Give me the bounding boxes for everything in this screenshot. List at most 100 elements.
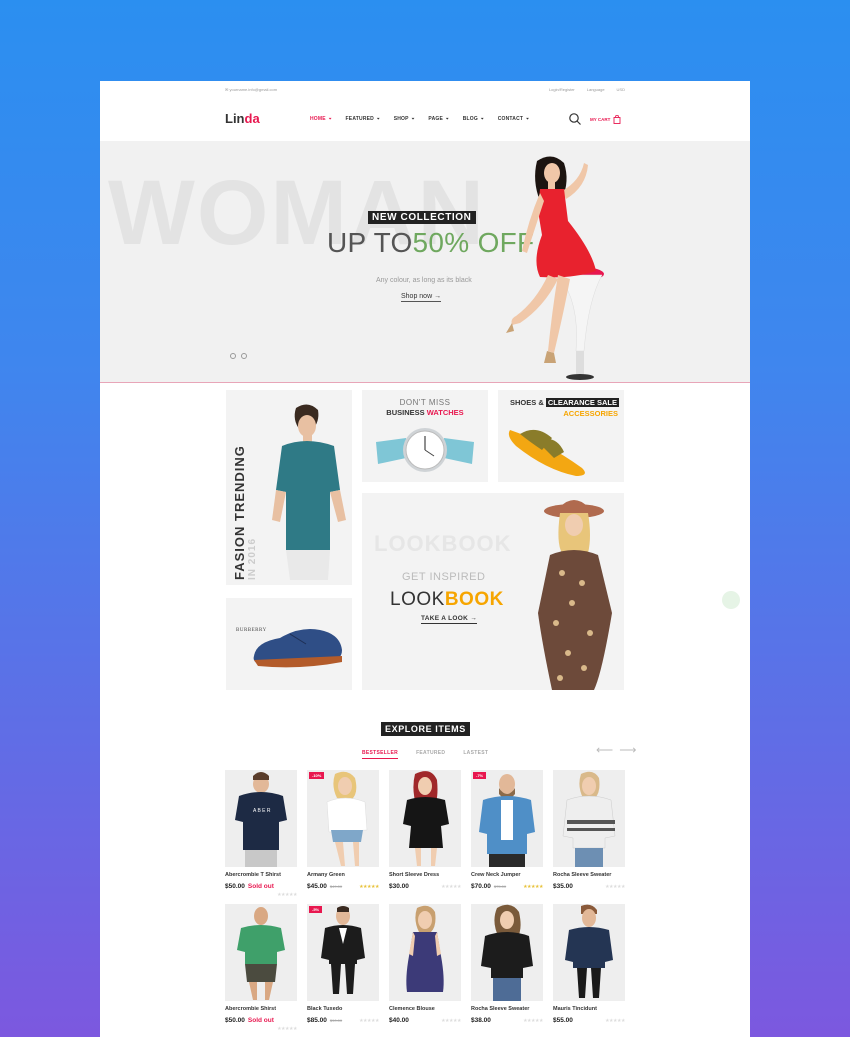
sale-badge: -5% bbox=[309, 906, 323, 913]
product-image[interactable]: A B E R bbox=[225, 770, 297, 867]
decorative-blob bbox=[722, 591, 740, 609]
search-icon[interactable] bbox=[568, 112, 582, 126]
product-image[interactable]: -10% bbox=[307, 770, 379, 867]
product-photo-tshirt: A B E R bbox=[235, 772, 287, 867]
nav-home[interactable]: HOME ▾ bbox=[310, 116, 332, 122]
product-tabs: BESTSELLER FEATURED LASTEST bbox=[362, 750, 488, 759]
product-name[interactable]: Rocha Sleeve Sweater bbox=[471, 1006, 529, 1012]
lookbook-title: LOOKBOOK bbox=[390, 589, 504, 611]
carousel-arrows: ⟵ ⟶ bbox=[596, 743, 636, 757]
shop-now-link[interactable]: Shop now → bbox=[401, 293, 442, 302]
shoes-accessories-banner[interactable]: SHOES & CLEARANCE SALE ACCESSORIES bbox=[498, 390, 624, 482]
bag-icon bbox=[613, 115, 621, 124]
tab-lastest[interactable]: LASTEST bbox=[463, 750, 488, 759]
hero-dot[interactable] bbox=[241, 353, 247, 359]
product-image[interactable] bbox=[225, 904, 297, 1001]
product-image[interactable] bbox=[389, 770, 461, 867]
rating-stars: ★★★★★ bbox=[277, 1026, 297, 1032]
product-photo-dress bbox=[403, 771, 449, 866]
product-photo-jumper bbox=[479, 774, 535, 867]
logo[interactable]: Linda bbox=[225, 111, 260, 126]
product-image[interactable] bbox=[553, 904, 625, 1001]
hero-badge: NEW COLLECTION bbox=[368, 211, 476, 224]
page-frame: ✉ yourname.info@gmail.com Login/Register… bbox=[100, 81, 750, 1037]
lookbook-banner[interactable]: LOOKBOOK GET INSPIRED LOOKBOOK TAKE A LO… bbox=[362, 493, 624, 690]
product-card[interactable]: Abercrombie Shirst $50.00 Sold out ★★★★★ bbox=[225, 904, 297, 1034]
tab-featured[interactable]: FEATURED bbox=[416, 750, 445, 759]
arrow-left-icon[interactable]: ⟵ bbox=[596, 743, 613, 757]
product-card[interactable]: -7% Crew Neck Jumper $70.00 $75.00 ★★★★★ bbox=[471, 770, 543, 900]
sale-badge: -7% bbox=[473, 772, 487, 779]
product-image[interactable]: -5% bbox=[307, 904, 379, 1001]
fashion-trending-text: FASION TRENDING IN 2016 bbox=[232, 445, 258, 580]
watches-eyebrow: DON'T MISS bbox=[399, 398, 451, 407]
nav-featured-label: FEATURED bbox=[345, 116, 374, 122]
product-price-value: $40.00 bbox=[389, 1017, 409, 1024]
nav-blog[interactable]: BLOG ▾ bbox=[463, 116, 484, 122]
product-card[interactable]: Rocha Sleeve Sweater $38.00 ★★★★★ bbox=[471, 904, 543, 1034]
lookbook-title-accent: BOOK bbox=[444, 589, 504, 610]
product-name[interactable]: Black Tuxedo bbox=[307, 1006, 342, 1012]
arrow-right-icon[interactable]: ⟶ bbox=[619, 743, 636, 757]
product-price: $40.00 bbox=[389, 1017, 409, 1024]
nav-contact-label: CONTACT bbox=[497, 116, 524, 122]
product-image[interactable] bbox=[553, 770, 625, 867]
product-card[interactable]: Short Sleeve Dress $30.00 ★★★★★ bbox=[389, 770, 461, 900]
main-nav: HOME ▾ FEATURED ▾ SHOP ▾ PAGE ▾ BLOG ▾ CONTAC… bbox=[310, 116, 529, 122]
currency-select[interactable]: USD bbox=[617, 87, 625, 92]
fashion-trending-banner[interactable]: FASION TRENDING IN 2016 bbox=[226, 390, 352, 585]
product-name[interactable]: Mauris Tincidunt bbox=[553, 1006, 597, 1012]
rating-stars: ★★★★★ bbox=[605, 1018, 625, 1024]
product-price: $55.00 bbox=[553, 1017, 573, 1024]
product-image[interactable] bbox=[389, 904, 461, 1001]
watches-banner[interactable]: DON'T MISS BUSINESS WATCHES bbox=[362, 390, 488, 482]
logo-accent: da bbox=[244, 111, 260, 126]
rating-stars: ★★★★★ bbox=[523, 884, 543, 890]
explore-title: EXPLORE ITEMS bbox=[381, 722, 470, 736]
product-old-price: $49.00 bbox=[329, 884, 343, 889]
nav-contact[interactable]: CONTACT ▾ bbox=[498, 116, 529, 122]
product-name[interactable]: Abercrombie Shirst bbox=[225, 1006, 276, 1012]
nav-featured[interactable]: FEATURED ▾ bbox=[346, 116, 380, 122]
rating-stars: ★★★★★ bbox=[359, 884, 379, 890]
hero-subtitle: Any colour, as long as its black bbox=[376, 277, 472, 284]
hero-title-main: UP TO bbox=[327, 227, 413, 258]
product-name[interactable]: Rocha Sleeve Sweater bbox=[553, 872, 611, 878]
product-price-value: $45.00 bbox=[307, 883, 327, 890]
product-name[interactable]: Short Sleeve Dress bbox=[389, 872, 439, 878]
logo-main: Lin bbox=[225, 111, 245, 126]
product-name[interactable]: Crew Neck Jumper bbox=[471, 872, 521, 878]
product-name[interactable]: Abercrombie T Shirst bbox=[225, 872, 281, 878]
fashion-subtitle: IN 2016 bbox=[247, 537, 258, 580]
chevron-down-icon: ▾ bbox=[411, 117, 415, 121]
nav-page[interactable]: PAGE ▾ bbox=[428, 116, 448, 122]
product-card[interactable]: A B E R Abercrombie T Shirst $50.00 Sold … bbox=[225, 770, 297, 900]
watches-title-accent: WATCHES bbox=[426, 408, 464, 417]
product-name[interactable]: Clemence Blouse bbox=[389, 1006, 435, 1012]
product-image[interactable]: -7% bbox=[471, 770, 543, 867]
rating-stars: ★★★★★ bbox=[277, 892, 297, 898]
sandal-image bbox=[508, 429, 585, 476]
burberry-shoe-banner[interactable]: BURBERRY bbox=[226, 598, 352, 690]
language-select[interactable]: Language bbox=[587, 87, 605, 92]
product-card[interactable]: -10% Armany Green $45.00 $49.00 ★★★★★ bbox=[307, 770, 379, 900]
product-price: $30.00 bbox=[389, 883, 409, 890]
chevron-down-icon: ▾ bbox=[376, 117, 380, 121]
contact-email[interactable]: ✉ yourname.info@gmail.com bbox=[225, 87, 277, 92]
login-link[interactable]: Login/Register bbox=[549, 87, 575, 92]
product-image[interactable] bbox=[471, 904, 543, 1001]
product-card[interactable]: Clemence Blouse $40.00 ★★★★★ bbox=[389, 904, 461, 1034]
chevron-down-icon: ▾ bbox=[446, 117, 449, 121]
product-card[interactable]: Mauris Tincidunt $55.00 ★★★★★ bbox=[553, 904, 625, 1034]
tab-bestseller[interactable]: BESTSELLER bbox=[362, 750, 399, 759]
product-name[interactable]: Armany Green bbox=[307, 872, 345, 878]
nav-shop[interactable]: SHOP ▾ bbox=[394, 116, 415, 122]
sold-out-badge: Sold out bbox=[247, 883, 274, 890]
product-card[interactable]: Rocha Sleeve Sweater $35.00 ★★★★★ bbox=[553, 770, 625, 900]
product-price-value: $55.00 bbox=[553, 1017, 573, 1024]
take-a-look-link[interactable]: TAKE A LOOK → bbox=[421, 615, 478, 624]
svg-text:A B E R: A B E R bbox=[253, 808, 271, 814]
product-card[interactable]: -5% Black Tuxedo $85.00 $90.00 ★★★★★ bbox=[307, 904, 379, 1034]
cart-button[interactable]: MY CART bbox=[590, 115, 621, 124]
hero-dot[interactable] bbox=[230, 353, 236, 359]
